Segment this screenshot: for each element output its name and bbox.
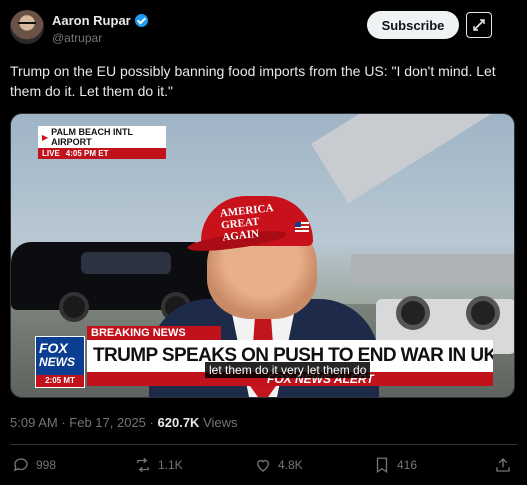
tweet-text: Trump on the EU possibly banning food im… bbox=[10, 63, 496, 99]
live-label: LIVE bbox=[42, 149, 60, 158]
bookmark-count: 416 bbox=[397, 458, 418, 472]
avatar-glasses bbox=[18, 22, 36, 27]
reply-icon bbox=[13, 458, 28, 472]
verified-badge-icon bbox=[134, 14, 148, 27]
grok-icon[interactable] bbox=[466, 12, 492, 38]
author-handle[interactable]: @atrupar bbox=[52, 31, 102, 45]
news-chyron: BREAKING NEWS FOX NEWS 2:05 MT TRUMP SPE… bbox=[35, 326, 507, 388]
author-name-row[interactable]: Aaron Rupar bbox=[52, 13, 148, 28]
tweet-date[interactable]: Feb 17, 2025 bbox=[69, 415, 146, 430]
divider bbox=[10, 444, 517, 445]
reply-count: 998 bbox=[36, 458, 57, 472]
views-label: Views bbox=[203, 415, 238, 430]
like-button[interactable]: 4.8K bbox=[254, 456, 303, 474]
fox-logo-line1: FOX bbox=[39, 340, 68, 356]
breaking-news-label: BREAKING NEWS bbox=[87, 326, 221, 340]
reply-button[interactable]: 998 bbox=[12, 456, 56, 474]
fox-logo-line2: NEWS bbox=[39, 355, 75, 369]
location-label-row: ▶ PALM BEACH INTL AIRPORT bbox=[38, 126, 166, 148]
flag-icon bbox=[295, 222, 309, 232]
meta-separator: · bbox=[61, 415, 66, 430]
tweet-meta: 5:09 AM · Feb 17, 2025 · 620.7K Views bbox=[10, 415, 238, 430]
grok-glyph bbox=[473, 19, 485, 31]
location-bug: ▶ PALM BEACH INTL AIRPORT LIVE 4:05 PM E… bbox=[38, 126, 166, 159]
truck-wheel bbox=[396, 296, 430, 330]
truck-wheel bbox=[466, 296, 500, 330]
bookmark-button[interactable]: 416 bbox=[373, 456, 417, 474]
repost-count: 1.1K bbox=[158, 458, 183, 472]
tweet-header: Aaron Rupar @atrupar Subscribe bbox=[0, 0, 527, 52]
avatar[interactable] bbox=[10, 10, 44, 44]
live-row: LIVE 4:05 PM ET bbox=[38, 148, 166, 159]
location-arrow-icon: ▶ bbox=[42, 132, 49, 142]
meta-separator: · bbox=[149, 415, 154, 430]
repost-icon bbox=[137, 457, 149, 473]
author-name[interactable]: Aaron Rupar bbox=[52, 13, 131, 28]
action-bar: 998 1.1K 4.8K 416 bbox=[0, 452, 527, 482]
fox-logo-time: 2:05 MT bbox=[36, 375, 84, 387]
like-count: 4.8K bbox=[278, 458, 303, 472]
repost-button[interactable]: 1.1K bbox=[134, 456, 183, 474]
bookmark-icon bbox=[376, 457, 388, 474]
heart-icon bbox=[257, 459, 269, 472]
views-count: 620.7K bbox=[157, 415, 200, 430]
tweet-time[interactable]: 5:09 AM bbox=[10, 415, 58, 430]
share-button[interactable] bbox=[494, 456, 512, 474]
video-media[interactable]: AMERICA GREAT AGAIN ▶ PALM BEACH INTL AI… bbox=[10, 113, 515, 398]
live-time: 4:05 PM ET bbox=[65, 149, 109, 158]
hat-text: AMERICA GREAT AGAIN bbox=[219, 202, 274, 244]
fox-news-logo: FOX NEWS 2:05 MT bbox=[35, 336, 85, 388]
location-label: PALM BEACH INTL AIRPORT bbox=[51, 127, 133, 147]
share-icon bbox=[496, 458, 510, 472]
closed-caption: let them do it very let them do bbox=[205, 362, 371, 378]
subscribe-button[interactable]: Subscribe bbox=[367, 11, 459, 39]
car-wheel bbox=[59, 292, 89, 322]
